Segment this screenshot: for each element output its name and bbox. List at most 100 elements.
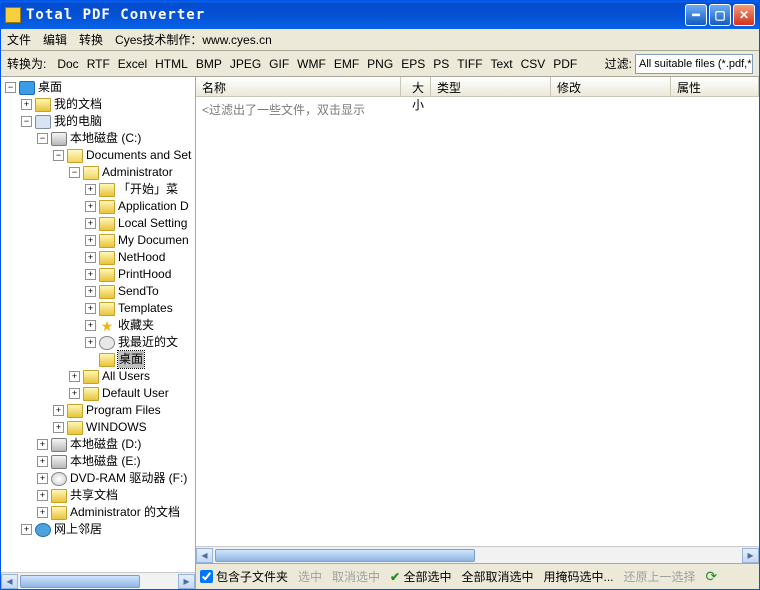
tree-admin[interactable]: Administrator [102,164,173,181]
tree-shared[interactable]: 共享文档 [70,487,118,504]
maximize-button[interactable]: ▢ [709,4,731,26]
expand-icon[interactable]: − [21,116,32,127]
col-name[interactable]: 名称 [196,77,401,96]
tree-mydocuments[interactable]: My Documen [118,232,189,249]
tree-mypc[interactable]: 我的电脑 [54,113,102,130]
expand-icon[interactable]: + [85,184,96,195]
tree-start[interactable]: 「开始」菜 [118,181,178,198]
tree-docset[interactable]: Documents and Set [86,147,191,164]
tree-drive-d[interactable]: 本地磁盘 (D:) [70,436,141,453]
scroll-right-icon[interactable]: ▸ [742,548,759,563]
format-doc[interactable]: Doc [53,56,82,72]
tree-templates[interactable]: Templates [118,300,173,317]
expand-icon[interactable]: + [85,337,96,348]
format-ps[interactable]: PS [429,56,453,72]
format-html[interactable]: HTML [151,56,192,72]
tree-windows[interactable]: WINDOWS [86,419,147,436]
expand-icon[interactable]: − [37,133,48,144]
format-csv[interactable]: CSV [517,56,550,72]
folder-tree[interactable]: −桌面 +我的文档 −我的电脑 −本地磁盘 (C:) −Documents an… [1,77,195,572]
tree-mydocs[interactable]: 我的文档 [54,96,102,113]
expand-icon[interactable]: + [21,524,32,535]
tree-admindocs[interactable]: Administrator 的文档 [70,504,180,521]
expand-icon[interactable]: + [85,218,96,229]
tree-localset[interactable]: Local Setting [118,215,187,232]
refresh-icon[interactable]: ⟳ [706,568,718,585]
tree-printhood[interactable]: PrintHood [118,266,171,283]
checkall-button[interactable]: ✔ 全部选中 [390,568,451,585]
tree-defaultuser[interactable]: Default User [102,385,169,402]
filter-combo[interactable]: All suitable files (*.pdf,*.p ▾ [635,54,753,74]
format-text[interactable]: Text [487,56,517,72]
list-hscroll[interactable]: ◂ ▸ [196,546,759,563]
menu-edit[interactable]: 编辑 [43,31,67,48]
list-body[interactable]: <过滤出了一些文件，双击显示 [196,97,759,546]
expand-icon[interactable]: + [21,99,32,110]
include-subfolders[interactable]: 包含子文件夹 [200,568,288,585]
check-button[interactable]: 选中 [298,568,322,585]
format-eps[interactable]: EPS [397,56,429,72]
menu-file[interactable]: 文件 [7,31,31,48]
tree-drive-e[interactable]: 本地磁盘 (E:) [70,453,141,470]
format-pdf[interactable]: PDF [549,56,581,72]
expand-icon[interactable]: + [85,286,96,297]
usemask-button[interactable]: 用掩码选中... [543,568,613,585]
format-emf[interactable]: EMF [330,56,363,72]
uncheck-button[interactable]: 取消选中 [332,568,380,585]
titlebar[interactable]: Total PDF Converter ━ ▢ ✕ [1,1,759,29]
expand-icon[interactable]: + [85,303,96,314]
expand-icon[interactable]: + [69,388,80,399]
tree-progfiles[interactable]: Program Files [86,402,161,419]
tree-allusers[interactable]: All Users [102,368,150,385]
scroll-left-icon[interactable]: ◂ [1,574,18,589]
undo-button[interactable]: 还原上一选择 [624,568,696,585]
expand-icon[interactable]: + [53,422,64,433]
expand-icon[interactable]: + [37,473,48,484]
format-png[interactable]: PNG [363,56,397,72]
scroll-thumb[interactable] [215,549,475,562]
tree-hscroll[interactable]: ◂ ▸ [1,572,195,589]
uncheckall-button[interactable]: 全部取消选中 [461,568,533,585]
format-excel[interactable]: Excel [114,56,151,72]
tree-appdata[interactable]: Application D [118,198,189,215]
expand-icon[interactable]: + [85,320,96,331]
tree-nethood[interactable]: NetHood [118,249,165,266]
expand-icon[interactable]: + [37,456,48,467]
tree-network[interactable]: 网上邻居 [54,521,102,538]
expand-icon[interactable]: + [37,439,48,450]
expand-icon[interactable]: + [37,490,48,501]
col-modified[interactable]: 修改 [551,77,671,96]
expand-icon[interactable]: + [85,201,96,212]
tree-desktop[interactable]: 桌面 [38,79,62,96]
tree-drive-c[interactable]: 本地磁盘 (C:) [70,130,141,147]
expand-icon[interactable]: + [37,507,48,518]
expand-icon[interactable]: + [85,252,96,263]
format-gif[interactable]: GIF [265,56,293,72]
expand-icon[interactable]: + [53,405,64,416]
format-wmf[interactable]: WMF [293,56,330,72]
col-size[interactable]: 大小 [401,77,431,96]
menu-help[interactable]: Cyes技术制作：www.cyes.cn [115,31,272,48]
expand-icon[interactable]: − [69,167,80,178]
menu-convert[interactable]: 转换 [79,31,103,48]
expand-icon[interactable]: − [53,150,64,161]
minimize-button[interactable]: ━ [685,4,707,26]
tree-dvd[interactable]: DVD-RAM 驱动器 (F:) [70,470,187,487]
expand-icon[interactable]: − [5,82,16,93]
tree-selected[interactable]: 桌面 [118,351,144,368]
expand-icon[interactable]: + [69,371,80,382]
col-type[interactable]: 类型 [431,77,551,96]
tree-favorites[interactable]: 收藏夹 [118,317,154,334]
scroll-left-icon[interactable]: ◂ [196,548,213,563]
col-attr[interactable]: 属性 [671,77,759,96]
format-tiff[interactable]: TIFF [453,56,486,72]
format-rtf[interactable]: RTF [83,56,114,72]
tree-sendto[interactable]: SendTo [118,283,159,300]
close-button[interactable]: ✕ [733,4,755,26]
scroll-thumb[interactable] [20,575,140,588]
scroll-right-icon[interactable]: ▸ [178,574,195,589]
format-bmp[interactable]: BMP [192,56,226,72]
include-sub-checkbox[interactable] [200,570,213,583]
format-jpeg[interactable]: JPEG [226,56,265,72]
expand-icon[interactable]: + [85,269,96,280]
